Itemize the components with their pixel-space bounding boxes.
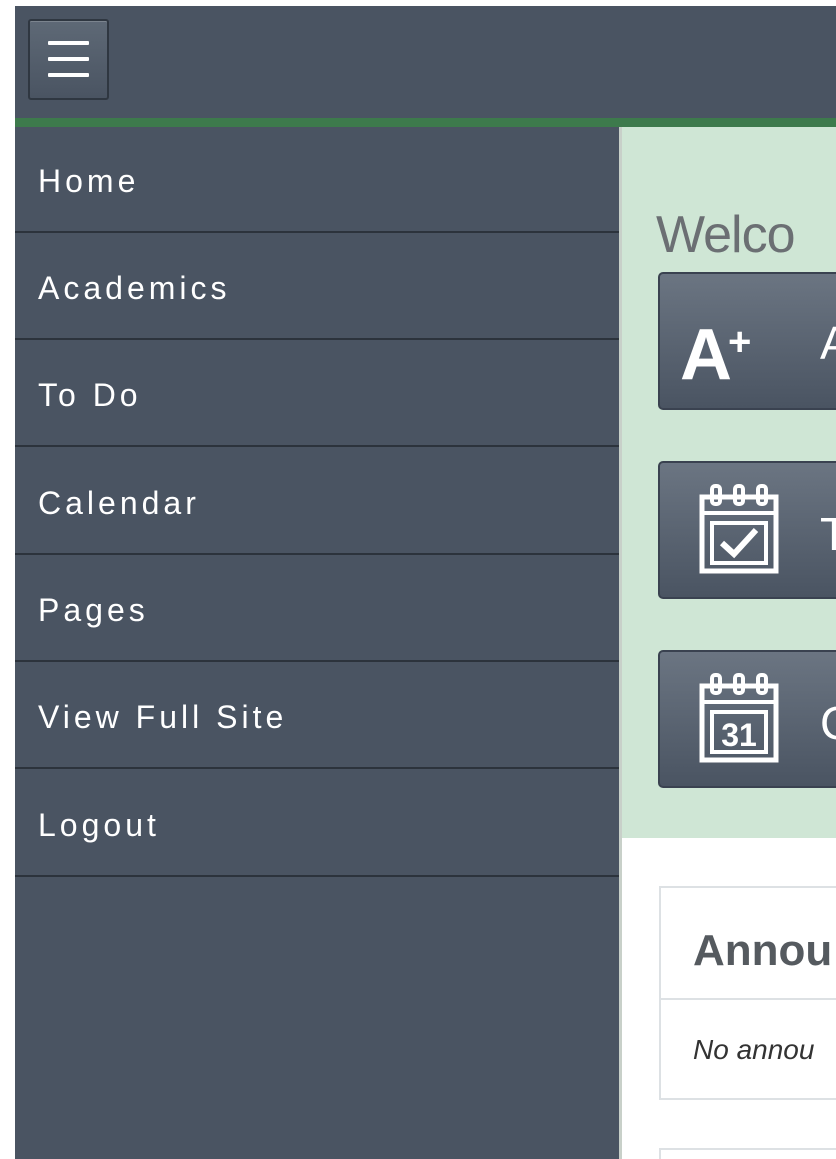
menu-icon-bar xyxy=(48,57,89,61)
sidebar-item-label: Home xyxy=(38,163,140,199)
quick-button-label: C xyxy=(820,696,836,750)
welcome-title: Welco xyxy=(656,206,796,264)
top-bar xyxy=(15,6,836,118)
sidebar-item-label: Pages xyxy=(38,592,149,628)
quick-button-label: T xyxy=(820,507,836,561)
welcome-panel: Welco A+ A T xyxy=(622,127,836,838)
next-card-edge xyxy=(659,1148,836,1159)
menu-icon-bar xyxy=(48,41,89,45)
calendar-check-icon xyxy=(699,484,779,574)
a-plus-icon: A+ xyxy=(680,315,752,395)
sidebar-item-home[interactable]: Home xyxy=(15,127,619,233)
sidebar-item-label: View Full Site xyxy=(38,699,288,735)
sidebar-item-pages[interactable]: Pages xyxy=(15,556,619,662)
sidebar-item-label: Calendar xyxy=(38,485,200,521)
sidebar-item-academics[interactable]: Academics xyxy=(15,234,619,340)
sidebar-item-view-full-site[interactable]: View Full Site xyxy=(15,663,619,769)
sidebar-item-logout[interactable]: Logout xyxy=(15,771,619,877)
calendar-quick-button[interactable]: 31 C xyxy=(658,650,836,788)
sidebar-item-calendar[interactable]: Calendar xyxy=(15,449,619,555)
top-bar-accent-stripe xyxy=(15,118,836,127)
sidebar-item-to-do[interactable]: To Do xyxy=(15,341,619,447)
menu-icon-bar xyxy=(48,73,89,77)
to-do-quick-button[interactable]: T xyxy=(658,461,836,599)
announcements-card: Annou No annou xyxy=(659,886,836,1100)
screen-edge-left xyxy=(0,0,15,1159)
announcements-header: Annou xyxy=(661,888,836,1000)
hamburger-menu-icon[interactable] xyxy=(28,19,109,100)
svg-text:31: 31 xyxy=(721,717,757,753)
sidebar-item-label: Logout xyxy=(38,807,160,843)
sidebar-nav: Home Academics To Do Calendar Pages View… xyxy=(15,127,619,1159)
announcements-title: Annou xyxy=(693,926,833,975)
calendar-31-icon: 31 xyxy=(699,673,779,763)
sidebar-item-label: Academics xyxy=(38,270,231,306)
academics-quick-button[interactable]: A+ A xyxy=(658,272,836,410)
announcements-empty-text: No annou xyxy=(693,1034,815,1065)
sidebar-item-label: To Do xyxy=(38,377,142,413)
quick-button-label: A xyxy=(820,316,836,370)
app-screen: Home Academics To Do Calendar Pages View… xyxy=(0,0,836,1159)
